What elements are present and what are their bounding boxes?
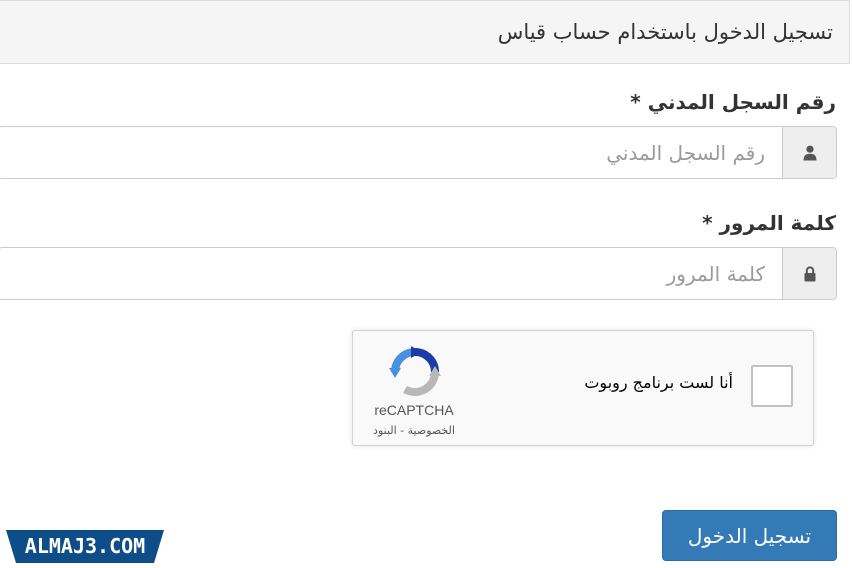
recaptcha-privacy-link[interactable]: الخصوصية — [408, 424, 455, 437]
recaptcha-widget: أنا لست برنامج روبوت reCAPTCHA الخصوصية … — [352, 330, 814, 446]
recaptcha-links: الخصوصية - البنود — [353, 424, 475, 437]
panel-heading: تسجيل الدخول باستخدام حساب قياس — [0, 0, 850, 64]
watermark-text: ALMAJ3.COM — [25, 534, 145, 558]
civil-id-label: رقم السجل المدني * — [630, 90, 836, 114]
page-title: تسجيل الدخول باستخدام حساب قياس — [497, 20, 833, 44]
recaptcha-brand: reCAPTCHA — [374, 402, 454, 418]
user-icon — [803, 145, 816, 160]
civil-id-input[interactable] — [0, 127, 783, 178]
login-button[interactable]: تسجيل الدخول — [662, 510, 837, 561]
recaptcha-links-separator: - — [396, 424, 408, 437]
civil-id-addon — [782, 127, 836, 178]
lock-icon — [804, 265, 815, 281]
password-addon — [782, 248, 836, 299]
password-input-group — [0, 247, 837, 300]
password-input[interactable] — [0, 248, 783, 299]
civil-id-input-group — [0, 126, 837, 179]
recaptcha-logo-icon — [389, 346, 441, 396]
watermark-logo: ALMAJ3.COM — [6, 530, 164, 563]
password-label: كلمة المرور * — [702, 211, 836, 235]
recaptcha-label: أنا لست برنامج روبوت — [584, 373, 733, 392]
recaptcha-terms-link[interactable]: البنود — [373, 424, 397, 437]
recaptcha-checkbox[interactable] — [751, 365, 793, 407]
